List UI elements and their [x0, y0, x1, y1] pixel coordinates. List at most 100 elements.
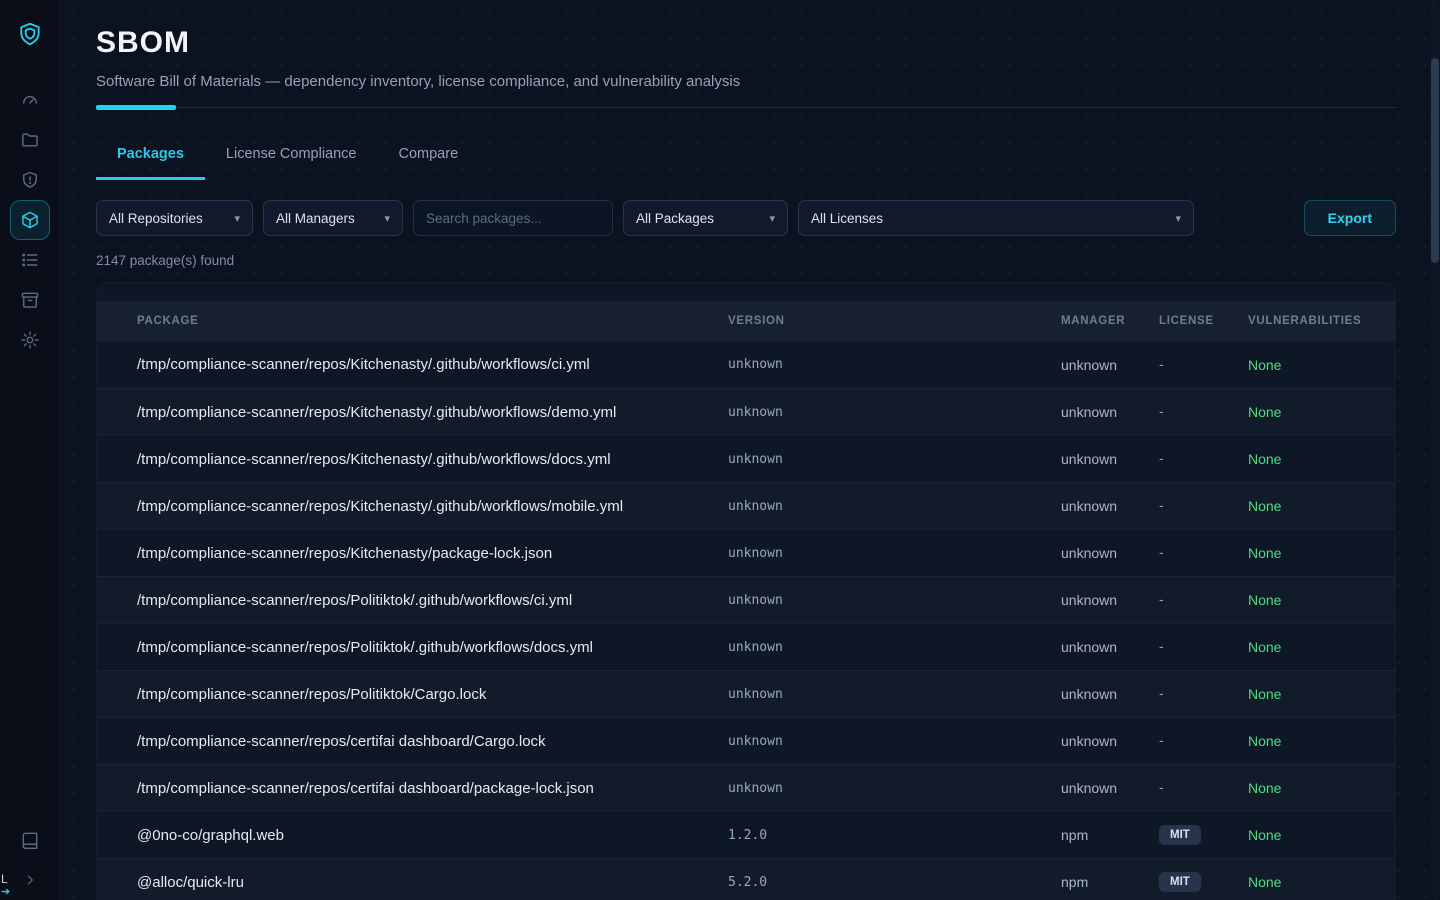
app-logo[interactable] [12, 16, 48, 52]
table-row[interactable]: /tmp/compliance-scanner/repos/Kitchenast… [97, 435, 1395, 482]
tab-packages[interactable]: Packages [96, 138, 205, 180]
cell-manager: unknown [1061, 404, 1159, 420]
managers-filter-select[interactable]: All Managers ▾ [263, 200, 403, 236]
table-row[interactable]: /tmp/compliance-scanner/repos/certifai d… [97, 717, 1395, 764]
tab-compare[interactable]: Compare [378, 138, 480, 180]
licenses-filter-select[interactable]: All Licenses ▾ [798, 200, 1194, 236]
shield-logo-icon [17, 21, 43, 47]
license-badge: - [1159, 732, 1164, 748]
header-divider [96, 107, 1396, 108]
tab-license-compliance[interactable]: License Compliance [205, 138, 378, 180]
cell-manager: unknown [1061, 498, 1159, 514]
page-title: SBOM [96, 26, 1396, 60]
archive-icon [20, 290, 40, 310]
cube-icon [20, 210, 40, 230]
cell-package: /tmp/compliance-scanner/repos/Kitchenast… [137, 404, 728, 421]
cell-manager: unknown [1061, 639, 1159, 655]
table-row[interactable]: @0no-co/graphql.web 1.2.0 npm MIT None [97, 811, 1395, 858]
license-badge: - [1159, 779, 1164, 795]
column-header-license: LICENSE [1159, 315, 1248, 327]
table-row[interactable]: /tmp/compliance-scanner/repos/Kitchenast… [97, 529, 1395, 576]
cell-version: unknown [728, 546, 1061, 561]
book-icon [20, 830, 40, 850]
column-header-manager: MANAGER [1061, 315, 1159, 327]
sidebar-item-dependencies[interactable] [10, 280, 50, 320]
vertical-scrollbar[interactable] [1431, 0, 1439, 900]
license-badge: - [1159, 497, 1164, 513]
page-subtitle: Software Bill of Materials — dependency … [96, 73, 1396, 90]
cell-package: /tmp/compliance-scanner/repos/Kitchenast… [137, 498, 728, 515]
sidebar-item-vulnerabilities[interactable] [10, 160, 50, 200]
packages-filter-select[interactable]: All Packages ▾ [623, 200, 788, 236]
cell-version: 5.2.0 [728, 875, 1061, 890]
cell-package: /tmp/compliance-scanner/repos/Kitchenast… [137, 356, 728, 373]
sidebar-item-sbom[interactable] [10, 200, 50, 240]
license-badge: - [1159, 544, 1164, 560]
cell-package: @0no-co/graphql.web [137, 827, 728, 844]
filter-bar: All Repositories ▾ All Managers ▾ All Pa… [96, 200, 1396, 236]
column-header-version: VERSION [728, 315, 1061, 327]
gear-icon [20, 330, 40, 350]
table-row[interactable]: /tmp/compliance-scanner/repos/Politiktok… [97, 670, 1395, 717]
cell-package: /tmp/compliance-scanner/repos/Politiktok… [137, 639, 728, 656]
cell-version: unknown [728, 734, 1061, 749]
cell-package: /tmp/compliance-scanner/repos/Politiktok… [137, 592, 728, 609]
license-badge: - [1159, 403, 1164, 419]
packages-table: PACKAGE VERSION MANAGER LICENSE VULNERAB… [96, 282, 1396, 900]
cell-manager: unknown [1061, 686, 1159, 702]
table-row[interactable]: /tmp/compliance-scanner/repos/Kitchenast… [97, 388, 1395, 435]
table-row[interactable]: /tmp/compliance-scanner/repos/Politiktok… [97, 623, 1395, 670]
sidebar-item-settings[interactable] [10, 320, 50, 360]
cell-version: 1.2.0 [728, 828, 1061, 843]
packages-filter-value: All Packages [636, 211, 714, 226]
cell-manager: npm [1061, 827, 1159, 843]
table-row[interactable]: /tmp/compliance-scanner/repos/Politiktok… [97, 576, 1395, 623]
cell-vulnerabilities: None [1248, 733, 1371, 749]
cell-version: unknown [728, 640, 1061, 655]
cell-manager: unknown [1061, 545, 1159, 561]
cell-vulnerabilities: None [1248, 874, 1371, 890]
package-table-body: /tmp/compliance-scanner/repos/Kitchenast… [97, 341, 1395, 900]
license-badge: - [1159, 450, 1164, 466]
cell-manager: unknown [1061, 780, 1159, 796]
licenses-filter-value: All Licenses [811, 211, 883, 226]
repositories-filter-value: All Repositories [109, 211, 203, 226]
cell-vulnerabilities: None [1248, 404, 1371, 420]
cell-vulnerabilities: None [1248, 592, 1371, 608]
sidebar-item-dashboard[interactable] [10, 80, 50, 120]
scrollbar-thumb[interactable] [1431, 58, 1439, 263]
repositories-filter-select[interactable]: All Repositories ▾ [96, 200, 253, 236]
table-row[interactable]: /tmp/compliance-scanner/repos/certifai d… [97, 764, 1395, 811]
cell-manager: unknown [1061, 592, 1159, 608]
cell-package: /tmp/compliance-scanner/repos/certifai d… [137, 733, 728, 750]
table-row[interactable]: /tmp/compliance-scanner/repos/Kitchenast… [97, 341, 1395, 388]
results-count: 2147 package(s) found [96, 253, 1396, 268]
sidebar-item-repositories[interactable] [10, 120, 50, 160]
chevron-down-icon: ▾ [769, 212, 775, 225]
cell-version: unknown [728, 357, 1061, 372]
export-button[interactable]: Export [1304, 200, 1396, 236]
sidebar-item-policies[interactable] [10, 240, 50, 280]
package-search-input[interactable] [413, 200, 613, 236]
cell-vulnerabilities: None [1248, 780, 1371, 796]
cell-vulnerabilities: None [1248, 639, 1371, 655]
column-header-package: PACKAGE [137, 315, 728, 327]
tab-bar: Packages License Compliance Compare [96, 138, 1396, 180]
table-row[interactable]: @alloc/quick-lru 5.2.0 npm MIT None [97, 858, 1395, 900]
chevron-down-icon: ▾ [1175, 212, 1181, 225]
sidebar-item-docs[interactable] [10, 820, 50, 860]
sidebar-collapse-toggle[interactable] [10, 860, 50, 900]
sidebar-nav [10, 80, 50, 360]
table-row[interactable]: /tmp/compliance-scanner/repos/Kitchenast… [97, 482, 1395, 529]
shield-alert-icon [20, 170, 40, 190]
main-content: SBOM Software Bill of Materials — depend… [60, 0, 1440, 900]
chevron-down-icon: ▾ [384, 212, 390, 225]
sidebar-bottom: L ➔ [10, 820, 50, 900]
cell-package: /tmp/compliance-scanner/repos/certifai d… [137, 780, 728, 797]
list-icon [20, 250, 40, 270]
cell-package: @alloc/quick-lru [137, 874, 728, 891]
license-badge: - [1159, 638, 1164, 654]
cell-version: unknown [728, 452, 1061, 467]
cell-vulnerabilities: None [1248, 686, 1371, 702]
header-accent-bar [96, 105, 176, 110]
